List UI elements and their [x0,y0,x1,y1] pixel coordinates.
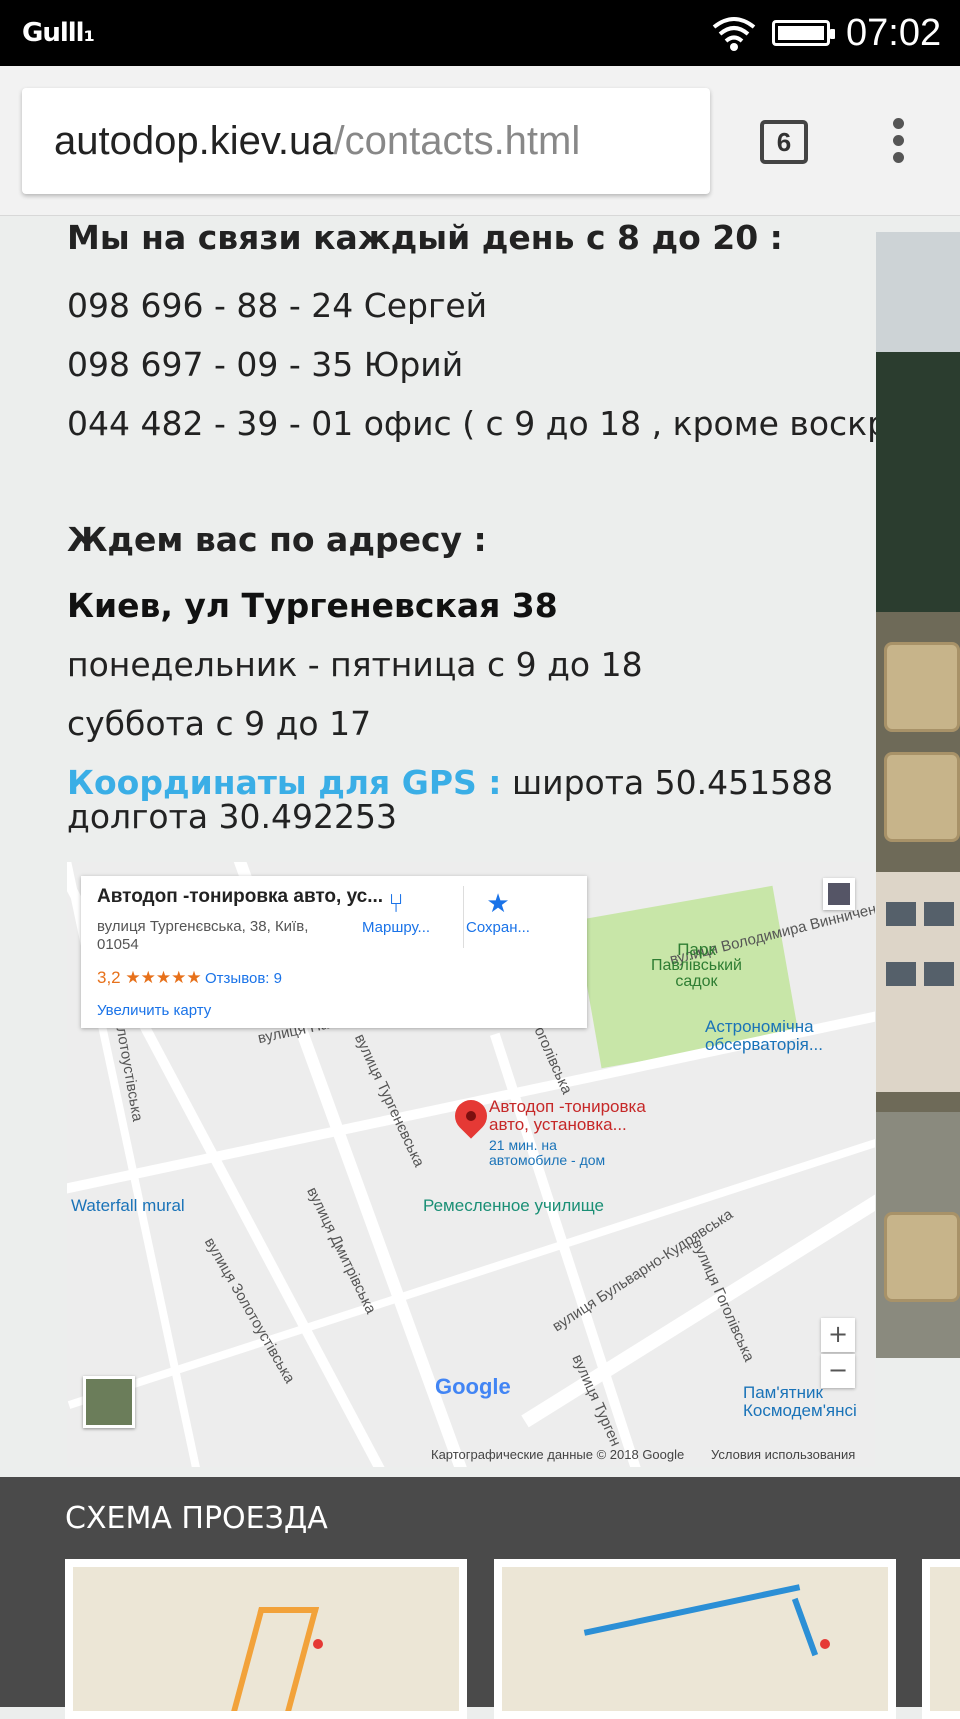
scheme-thumbnail[interactable] [494,1559,896,1719]
street-label: вулиця Тургенєвська [351,1031,428,1170]
terms-link[interactable]: Условия использования [711,1447,855,1462]
phone-office[interactable]: 044 482 - 39 - 01 офис ( с 9 до 18 , кро… [67,404,922,443]
scheme-heading: СХЕМА ПРОЕЗДА [65,1501,328,1536]
address-street: Киев, ул Тургеневская 38 [67,586,558,625]
url-path: /contacts.html [333,119,581,163]
tab-switcher-button[interactable]: 6 [760,120,808,164]
phone-sergey[interactable]: 098 696 - 88 - 24 Сергей [67,286,487,325]
pin-travel-time: 21 мин. на автомобиле - дом [489,1137,606,1168]
monument-label[interactable]: Пам'ятник Космодем'янсі [743,1384,857,1420]
route-button[interactable]: ⑂ Маршру... [351,888,441,936]
place-info-card: Автодоп -тонировка авто, ус... вулиця Ту… [81,876,587,1028]
enlarge-map-link[interactable]: Увеличить карту [97,1002,211,1019]
overflow-menu-icon[interactable] [886,118,910,168]
place-title: Автодоп -тонировка авто, ус... [97,886,384,907]
signal-icon: Gulll₁ [22,18,95,48]
google-logo: Google [435,1374,511,1399]
hours-weekdays: понедельник - пятница с 9 до 18 [67,645,643,684]
map-attribution: Картографические данные © 2018 Google Ус… [67,1442,875,1467]
park-label: Парк Павлівський садок [651,940,742,990]
scheme-thumbnail[interactable] [65,1559,467,1719]
gps-longitude: долгота 30.492253 [67,797,398,836]
side-photo [876,232,960,1358]
address-heading: Ждем вас по адресу : [67,520,487,559]
waterfall-mural-label[interactable]: Waterfall mural [71,1196,185,1216]
status-bar: Gulll₁ 07:02 [0,0,960,66]
phone-yuri[interactable]: 098 697 - 09 - 35 Юрий [67,345,463,384]
scheme-thumbnail[interactable] [922,1559,960,1719]
save-button[interactable]: ★ Сохран... [453,888,543,936]
wifi-icon [712,17,756,51]
zoom-out-button[interactable]: − [821,1354,855,1388]
pin-title[interactable]: Автодоп -тонировка авто, установка... [489,1098,646,1134]
gps-latitude: широта 50.451588 [501,763,834,802]
contacts-heading: Мы на связи каждый день с 8 до 20 : [67,218,783,257]
map-data-credit: Картографические данные © 2018 Google [431,1447,685,1462]
directions-scheme-section: СХЕМА ПРОЕЗДА [0,1477,960,1719]
embedded-map[interactable]: вулиця Володимира Винничен вулиця Павлів… [67,862,875,1467]
reviews-link[interactable]: Отзывов: 9 [205,970,282,987]
battery-icon [772,20,835,46]
street-view-icon[interactable] [823,878,855,910]
directions-icon: ⑂ [388,888,404,918]
observatory-label[interactable]: Астрономічна обсерваторія... [705,1018,823,1054]
place-rating: 3,2 ★★★★★ [97,968,202,987]
place-address: вулиця Тургенєвська, 38, Київ, 01054 [97,918,309,953]
street-label: вулиця Золотоустівська [200,1234,299,1387]
clock: 07:02 [846,12,942,54]
school-label[interactable]: Ремесленное училище [423,1196,604,1216]
star-icon: ★ [486,888,510,918]
zoom-in-button[interactable]: + [821,1318,855,1352]
browser-toolbar: autodop.kiev.ua/contacts.html 6 [0,66,960,216]
address-bar[interactable]: autodop.kiev.ua/contacts.html [22,88,710,194]
hours-saturday: суббота с 9 до 17 [67,704,372,743]
url-domain: autodop.kiev.ua [54,119,334,163]
satellite-toggle[interactable] [83,1376,135,1428]
street-label: вулиця Гоголівська [688,1236,758,1365]
